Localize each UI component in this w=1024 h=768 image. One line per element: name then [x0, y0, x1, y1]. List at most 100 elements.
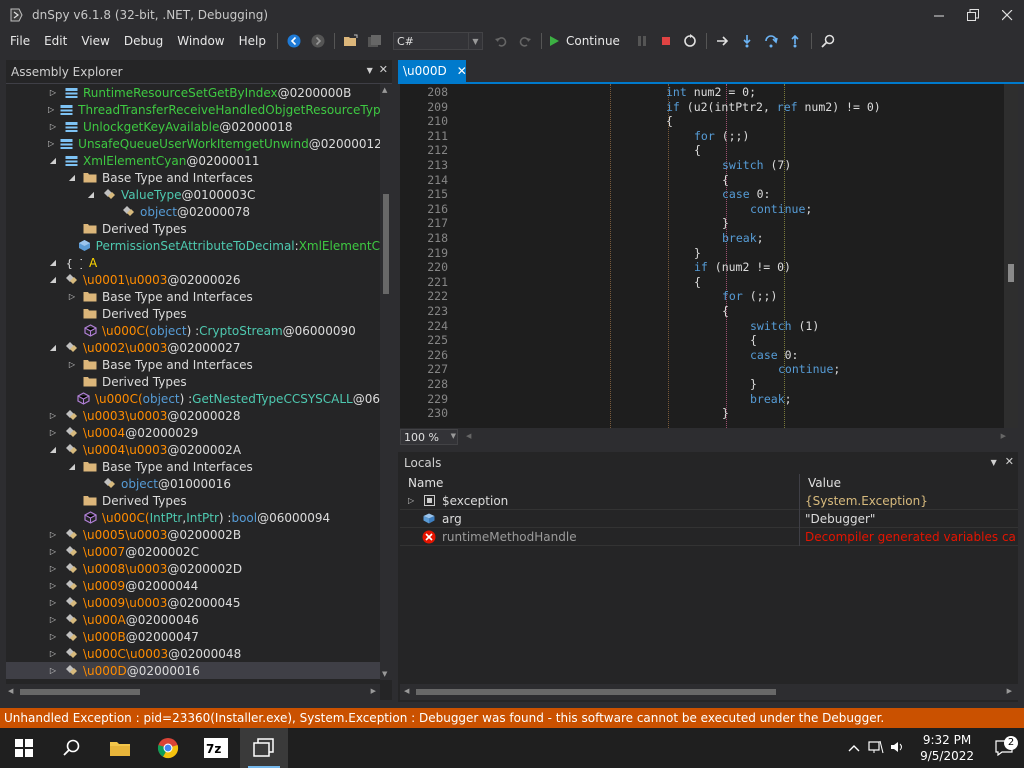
close-panel-button[interactable]: ✕ — [1005, 455, 1014, 468]
tree-node[interactable]: ◢ \u0002\u0003 @02000027 — [6, 339, 380, 356]
break-all-button[interactable] — [632, 31, 652, 51]
tree-node[interactable]: ◢ XmlElementCyan @02000011 — [6, 152, 380, 169]
close-window-button[interactable] — [990, 0, 1024, 30]
tree-node[interactable]: ▷ \u0007 @0200002C — [6, 543, 380, 560]
taskbar-file-explorer[interactable] — [96, 728, 144, 768]
tree-node[interactable]: ▷ \u000D @02000016 — [6, 662, 380, 679]
tree-node[interactable]: object @02000078 — [6, 203, 380, 220]
tree-node[interactable]: ▷ \u0003\u0003 @02000028 — [6, 407, 380, 424]
scroll-right-icon[interactable]: ▶ — [371, 687, 376, 695]
search-button[interactable] — [818, 31, 838, 51]
collapsed-arrow-icon[interactable]: ▷ — [48, 105, 54, 115]
tree-node[interactable]: ◢ Base Type and Interfaces — [6, 169, 380, 186]
language-select[interactable]: C# ▼ — [392, 32, 483, 50]
menu-file[interactable]: File — [0, 30, 37, 52]
collapsed-arrow-icon[interactable]: ▷ — [48, 428, 58, 438]
volume-icon[interactable] — [890, 740, 906, 757]
menu-edit[interactable]: Edit — [37, 30, 74, 52]
tree-node[interactable]: Derived Types — [6, 305, 380, 322]
tree-node[interactable]: ▷ RuntimeResourceSetGetByIndex @0200000B — [6, 84, 380, 101]
tree-node[interactable]: ▷ \u000C\u0003 @02000048 — [6, 645, 380, 662]
taskbar-dnspy[interactable] — [240, 728, 288, 768]
tree-node[interactable]: ▷ \u0008\u0003 @0200002D — [6, 560, 380, 577]
collapsed-arrow-icon[interactable]: ▷ — [48, 88, 58, 98]
tree-node[interactable]: ▷ \u000B @02000047 — [6, 628, 380, 645]
restart-button[interactable] — [680, 31, 700, 51]
column-header-name[interactable]: Name — [400, 474, 800, 492]
taskbar-chrome[interactable] — [144, 728, 192, 768]
network-icon[interactable] — [868, 740, 884, 757]
expand-arrow-icon[interactable]: ▷ — [400, 496, 414, 505]
tree-node[interactable]: ◢ { } A — [6, 254, 380, 271]
tree-node[interactable]: \u000C(object) : GetNestedTypeCCSYSCALL … — [6, 390, 380, 407]
collapsed-arrow-icon[interactable]: ▷ — [67, 292, 77, 302]
tree-node[interactable]: ▷ Base Type and Interfaces — [6, 356, 380, 373]
taskbar-7zip[interactable]: 7z — [192, 728, 240, 768]
scroll-right-icon[interactable]: ▶ — [1007, 687, 1012, 695]
collapsed-arrow-icon[interactable]: ▷ — [48, 122, 58, 132]
tree-node[interactable]: PermissionSetAttributeToDecimal : XmlEle… — [6, 237, 380, 254]
expanded-arrow-icon[interactable]: ◢ — [48, 258, 58, 268]
tree-node[interactable]: Derived Types — [6, 373, 380, 390]
vertical-scrollbar[interactable]: ▲ ▼ — [380, 84, 392, 680]
locals-horizontal-scrollbar[interactable]: ◀ ▶ — [400, 684, 1018, 700]
collapsed-arrow-icon[interactable]: ▷ — [67, 360, 77, 370]
collapsed-arrow-icon[interactable]: ▷ — [48, 581, 58, 591]
tree-node[interactable]: ▷ \u0009\u0003 @02000045 — [6, 594, 380, 611]
tree-node[interactable]: ▷ ThreadTransferReceiveHandledObjgetResou… — [6, 101, 380, 118]
assembly-tree[interactable]: ▷ RuntimeResourceSetGetByIndex @0200000B ▷… — [6, 84, 380, 680]
tree-node[interactable]: ◢ \u0001\u0003 @02000026 — [6, 271, 380, 288]
close-tab-icon[interactable]: ✕ — [457, 64, 467, 78]
collapsed-arrow-icon[interactable]: ▷ — [48, 547, 58, 557]
tree-node[interactable]: ▷ \u0005\u0003 @0200002B — [6, 526, 380, 543]
scroll-up-icon[interactable]: ▲ — [382, 86, 387, 94]
column-header-value[interactable]: Value — [800, 474, 841, 492]
tree-node[interactable]: ▷ UnlockgetKeyAvailable @02000018 — [6, 118, 380, 135]
code-editor[interactable]: 208 int num2 = 0; 209 if (u2(intPtr2, ref n… — [400, 84, 1018, 428]
expanded-arrow-icon[interactable]: ◢ — [86, 190, 96, 200]
scroll-left-icon[interactable]: ◀ — [404, 687, 409, 695]
scrollbar-thumb[interactable] — [383, 194, 389, 294]
expanded-arrow-icon[interactable]: ◢ — [48, 343, 58, 353]
collapsed-arrow-icon[interactable]: ▷ — [48, 139, 54, 149]
restore-button[interactable] — [956, 0, 990, 30]
collapsed-arrow-icon[interactable]: ▷ — [48, 666, 58, 676]
tree-node[interactable]: ▷ \u0009 @02000044 — [6, 577, 380, 594]
locals-row[interactable]: arg "Debugger" — [400, 509, 1018, 528]
show-hidden-icons-button[interactable] — [848, 741, 860, 755]
show-next-statement-button[interactable] — [713, 31, 733, 51]
notifications-button[interactable]: 2 — [984, 736, 1024, 756]
locals-row[interactable]: runtimeMethodHandle Decompiler generated … — [400, 527, 1018, 546]
editor-vertical-scrollbar[interactable] — [1004, 84, 1018, 428]
tree-node[interactable]: ◢ Base Type and Interfaces — [6, 458, 380, 475]
zoom-select[interactable]: 100 % ▼ — [400, 429, 458, 445]
collapsed-arrow-icon[interactable]: ▷ — [48, 411, 58, 421]
collapsed-arrow-icon[interactable]: ▷ — [48, 649, 58, 659]
minimize-button[interactable] — [922, 0, 956, 30]
collapsed-arrow-icon[interactable]: ▷ — [48, 598, 58, 608]
tree-node[interactable]: ▷ \u000A @02000046 — [6, 611, 380, 628]
navigate-back-button[interactable] — [284, 31, 304, 51]
redo-button[interactable] — [515, 31, 535, 51]
panel-menu-button[interactable]: ▼ — [367, 63, 373, 76]
editor-horizontal-scrollbar[interactable]: ◀ ▶ — [466, 432, 1006, 440]
tree-node[interactable]: object @01000016 — [6, 475, 380, 492]
locals-row[interactable]: ▷ $exception {System.Exception} — [400, 491, 1018, 510]
editor-tab[interactable]: \u000D ✕ — [398, 60, 467, 82]
collapsed-arrow-icon[interactable]: ▷ — [48, 564, 58, 574]
tree-node[interactable]: ▷ Base Type and Interfaces — [6, 288, 380, 305]
menu-debug[interactable]: Debug — [117, 30, 170, 52]
expanded-arrow-icon[interactable]: ◢ — [67, 462, 77, 472]
tree-node[interactable]: Derived Types — [6, 492, 380, 509]
taskbar-search-button[interactable] — [48, 728, 96, 768]
menu-window[interactable]: Window — [170, 30, 231, 52]
close-panel-button[interactable]: ✕ — [379, 63, 388, 76]
step-into-button[interactable] — [737, 31, 757, 51]
tree-node[interactable]: \u000C(IntPtr, IntPtr) : bool @06000094 — [6, 509, 380, 526]
collapsed-arrow-icon[interactable]: ▷ — [48, 632, 58, 642]
tree-node[interactable]: ◢ \u0004\u0003 @0200002A — [6, 441, 380, 458]
menu-help[interactable]: Help — [232, 30, 273, 52]
step-out-button[interactable] — [785, 31, 805, 51]
tree-node[interactable]: ▷ \u0004 @02000029 — [6, 424, 380, 441]
continue-button[interactable] — [548, 31, 560, 51]
